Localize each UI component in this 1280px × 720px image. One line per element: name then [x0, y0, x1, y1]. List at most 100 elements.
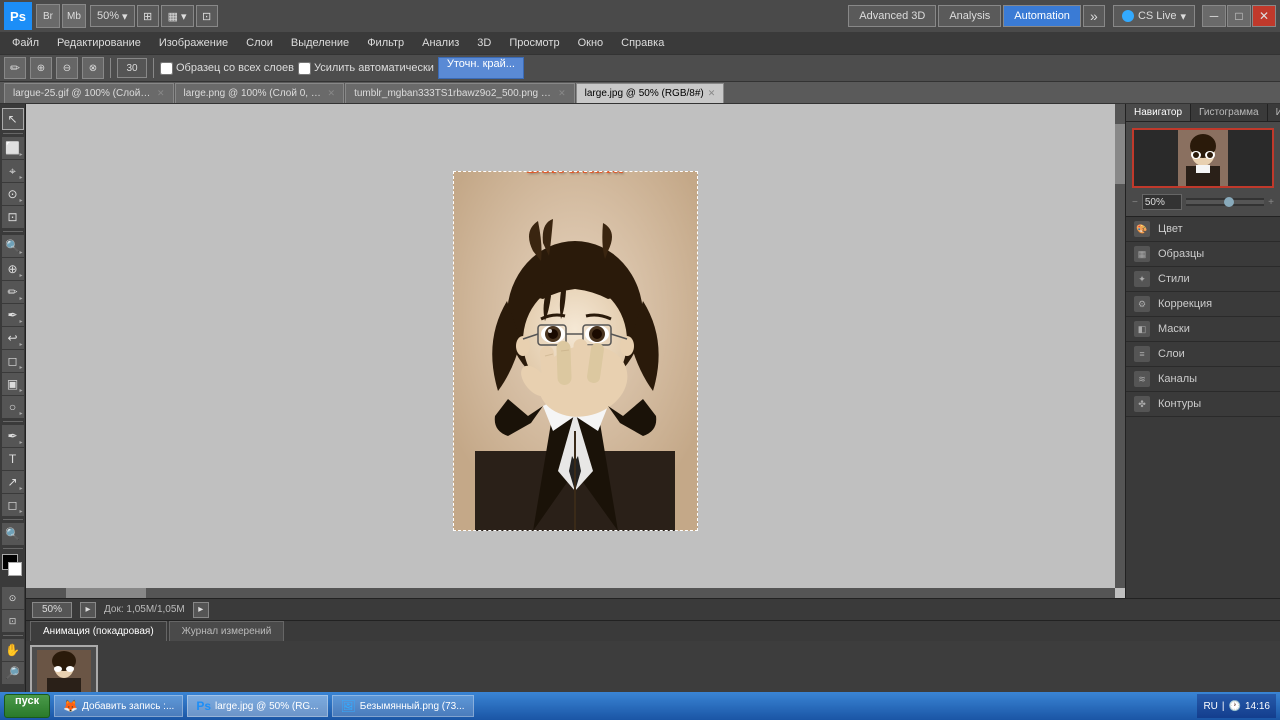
locale-display: RU: [1203, 701, 1217, 712]
tab-animation[interactable]: Анимация (покадровая): [30, 621, 167, 641]
tab-close-largepng[interactable]: ✕: [328, 88, 336, 99]
tool-spot-heal[interactable]: ⊕▸: [2, 258, 24, 280]
tool-hand[interactable]: ✋: [2, 639, 24, 661]
taskbar-paint[interactable]: 🖼 Безымянный.png (73...: [332, 695, 474, 717]
tool-zoom[interactable]: 🔍: [2, 523, 24, 545]
nav-zoom-row: − +: [1132, 194, 1274, 210]
auto-enhance-checkbox[interactable]: [298, 62, 311, 75]
color-swatch-area: [2, 554, 24, 584]
tool-text[interactable]: T: [2, 448, 24, 470]
nav-zoom-input[interactable]: [1142, 194, 1182, 210]
tool-path-select[interactable]: ↗▸: [2, 471, 24, 493]
panel-styles[interactable]: ✦ Стили: [1126, 267, 1280, 292]
menu-view[interactable]: Просмотр: [501, 35, 567, 51]
panel-paths[interactable]: ✤ Контуры: [1126, 392, 1280, 417]
refine-edge-button[interactable]: Уточн. край...: [438, 57, 524, 79]
panel-layers[interactable]: ≡ Слои: [1126, 342, 1280, 367]
nav-thumb-img: [1178, 130, 1228, 186]
zoom-selector[interactable]: 50% ▾: [90, 5, 135, 27]
tab-tumblr[interactable]: tumblr_mgban333TS1rbawz9o2_500.png @ 50%…: [345, 83, 575, 103]
paths-panel-icon: ✤: [1134, 396, 1150, 412]
workspace-icon-btn[interactable]: ⊞: [137, 5, 159, 27]
tool-gradient[interactable]: ▣▸: [2, 373, 24, 395]
tab-largue25[interactable]: largue-25.gif @ 100% (Слой 1, RGB/8... ✕: [4, 83, 174, 103]
tab-close-tumblr[interactable]: ✕: [558, 88, 566, 99]
tool-quickselect[interactable]: ⊙▸: [2, 183, 24, 205]
mb-button[interactable]: Mb: [62, 4, 86, 28]
cs-live-btn[interactable]: CS Live ▾: [1113, 5, 1195, 27]
panel-channels[interactable]: ≋ Каналы: [1126, 367, 1280, 392]
tool-eyedropper[interactable]: 🔍▸: [2, 235, 24, 257]
menu-filter[interactable]: Фильтр: [359, 35, 412, 51]
scrollbar-v-thumb[interactable]: [1115, 124, 1125, 184]
menu-image[interactable]: Изображение: [151, 35, 236, 51]
cs-live-icon: [1122, 10, 1134, 22]
tool-move[interactable]: ↖: [2, 108, 24, 130]
tool-crop[interactable]: ⊡: [2, 206, 24, 228]
close-button[interactable]: ✕: [1252, 5, 1276, 27]
left-toolbar: ↖ ⬜▸ ⌖▸ ⊙▸ ⊡ 🔍▸ ⊕▸ ✏▸ ✒▸ ↩▸ ◻▸ ▣▸ ○▸ ✒▸ …: [0, 104, 26, 720]
menu-analysis[interactable]: Анализ: [414, 35, 467, 51]
separator2: [153, 58, 154, 78]
tool-clone[interactable]: ✒▸: [2, 304, 24, 326]
lasso-intersect-icon[interactable]: ⊗: [82, 57, 104, 79]
more-workspaces-btn[interactable]: »: [1083, 5, 1105, 27]
menu-3d[interactable]: 3D: [469, 35, 499, 51]
tool-eraser[interactable]: ◻▸: [2, 350, 24, 372]
sample-layers-checkbox[interactable]: [160, 62, 173, 75]
menu-help[interactable]: Справка: [613, 35, 672, 51]
tool-brush[interactable]: ✏▸: [2, 281, 24, 303]
status-info-arrow[interactable]: ▸: [193, 602, 209, 618]
tab-histogram[interactable]: Гистограмма: [1191, 104, 1268, 121]
zoom-out-icon[interactable]: −: [1132, 197, 1138, 208]
screen-mode-btn[interactable]: ⊡: [196, 5, 218, 27]
tool-quickmask[interactable]: ⊙: [2, 587, 24, 609]
tab-journal[interactable]: Журнал измерений: [169, 621, 285, 641]
tab-info[interactable]: Инфо: [1268, 104, 1280, 121]
tab-navigator[interactable]: Навигатор: [1126, 104, 1191, 121]
nav-zoom-handle[interactable]: [1224, 197, 1234, 207]
tab-close-largue25[interactable]: ✕: [157, 88, 165, 99]
panel-correction[interactable]: ⚙ Коррекция: [1126, 292, 1280, 317]
canvas-scrollbar-v[interactable]: [1115, 104, 1125, 588]
taskbar-ps[interactable]: Ps large.jpg @ 50% (RG...: [187, 695, 327, 717]
canvas-scrollbar-h[interactable]: [26, 588, 1115, 598]
background-color[interactable]: [8, 562, 22, 576]
taskbar-firefox[interactable]: 🦊 Добавить запись :...: [54, 695, 183, 717]
brush-size-box[interactable]: 30: [117, 58, 147, 78]
tool-history-brush[interactable]: ↩▸: [2, 327, 24, 349]
analysis-btn[interactable]: Analysis: [938, 5, 1001, 27]
scrollbar-h-thumb[interactable]: [66, 588, 146, 598]
tool-lasso[interactable]: ⌖▸: [2, 160, 24, 182]
nav-zoom-slider[interactable]: [1186, 198, 1264, 206]
tab-largepng[interactable]: large.png @ 100% (Слой 0, RGB/... ✕: [175, 83, 345, 103]
menu-layers[interactable]: Слои: [238, 35, 281, 51]
tool-marquee[interactable]: ⬜▸: [2, 137, 24, 159]
menu-window[interactable]: Окно: [570, 35, 612, 51]
restore-button[interactable]: □: [1227, 5, 1251, 27]
tool-dodge[interactable]: ○▸: [2, 396, 24, 418]
zoom-in-icon[interactable]: +: [1268, 197, 1274, 208]
start-button[interactable]: пуск: [4, 694, 50, 718]
minimize-button[interactable]: ─: [1202, 5, 1226, 27]
tab-close-largejpg[interactable]: ✕: [708, 88, 716, 99]
automation-btn[interactable]: Automation: [1003, 5, 1081, 27]
panel-swatches[interactable]: ▦ Образцы: [1126, 242, 1280, 267]
brush-tool-icon[interactable]: ✏: [4, 57, 26, 79]
tool-zoom2[interactable]: 🔎: [2, 662, 24, 684]
lasso-subtract-icon[interactable]: ⊖: [56, 57, 78, 79]
tab-largejpg[interactable]: large.jpg @ 50% (RGB/8#) ✕: [576, 83, 725, 103]
panel-masks[interactable]: ◧ Маски: [1126, 317, 1280, 342]
menu-edit[interactable]: Редактирование: [49, 35, 149, 51]
tool-pen[interactable]: ✒▸: [2, 425, 24, 447]
bridge-button[interactable]: Br: [36, 4, 60, 28]
arrangement-btn[interactable]: ▦ ▾: [161, 5, 194, 27]
lasso-add-icon[interactable]: ⊕: [30, 57, 52, 79]
menu-select[interactable]: Выделение: [283, 35, 357, 51]
menu-file[interactable]: Файл: [4, 35, 47, 51]
tool-screenmode[interactable]: ⊡: [2, 610, 24, 632]
tool-shape[interactable]: ◻▸: [2, 494, 24, 516]
panel-color[interactable]: 🎨 Цвет: [1126, 217, 1280, 242]
advanced3d-btn[interactable]: Advanced 3D: [848, 5, 936, 27]
status-zoom-popup-btn[interactable]: ▸: [80, 602, 96, 618]
